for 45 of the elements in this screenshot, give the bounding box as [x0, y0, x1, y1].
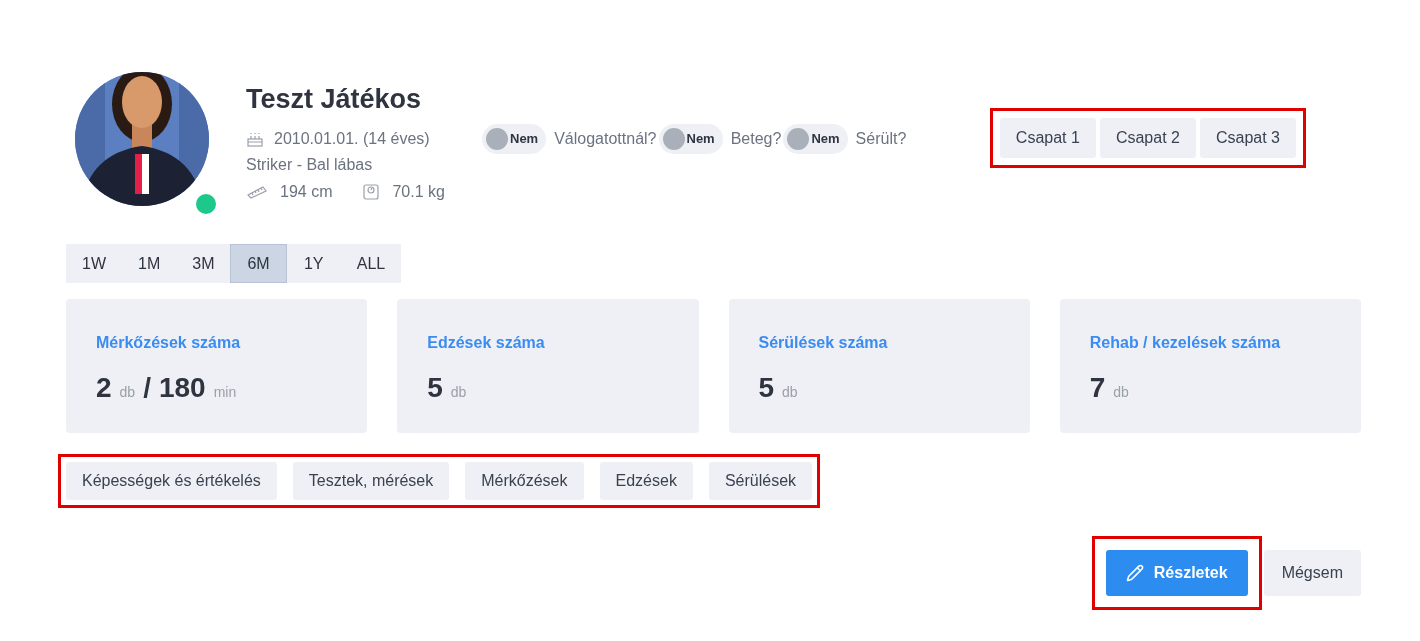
stat-value: 5 — [427, 371, 443, 405]
player-name: Teszt Játékos — [246, 83, 423, 116]
pencil-icon — [1125, 564, 1144, 582]
stat-value: 7 — [1089, 371, 1106, 405]
scale-icon — [362, 183, 381, 201]
stat-title: Edzések száma — [427, 333, 546, 353]
stat-title: Rehab / kezelések száma — [1089, 333, 1282, 353]
team-button[interactable]: Csapat 1 — [999, 118, 1096, 158]
toggle-switch[interactable]: Nem — [482, 124, 547, 154]
stat-unit: db — [450, 383, 467, 402]
period-tab[interactable]: 3M — [176, 244, 231, 283]
section-button[interactable]: Képességek és értékelés — [66, 462, 277, 500]
stat-value: / — [143, 371, 151, 405]
toggle-label: Sérült? — [855, 129, 907, 149]
period-tab[interactable]: 1M — [122, 244, 177, 283]
stat-title: Mérkőzések száma — [96, 333, 242, 353]
height-text: 194 cm — [280, 182, 333, 202]
cake-icon — [246, 130, 264, 148]
toggle-switch[interactable]: Nem — [783, 124, 848, 154]
cancel-button[interactable]: Mégsem — [1263, 550, 1361, 596]
toggle-label: Válogatottnál? — [554, 129, 657, 149]
stat-unit: min — [213, 383, 237, 402]
position-text: Striker - Bal lábas — [246, 155, 374, 175]
period-tab[interactable]: 1Y — [286, 244, 341, 283]
stat-title: Sérülések száma — [758, 333, 889, 353]
period-tab[interactable]: 6M — [230, 244, 287, 283]
stat-unit: db — [119, 383, 136, 402]
toggle-label: Beteg? — [730, 129, 782, 149]
team-button[interactable]: Csapat 3 — [1199, 118, 1296, 158]
period-tab[interactable]: ALL — [340, 244, 402, 283]
stat-value: 180 — [158, 371, 206, 405]
stat-unit: db — [1113, 383, 1129, 402]
ruler-icon — [246, 185, 268, 199]
birth-date: 2010.01.01. (14 éves) — [274, 129, 430, 149]
toggle-switch[interactable]: Nem — [658, 124, 723, 154]
period-tab[interactable]: 1W — [66, 244, 122, 283]
section-button[interactable]: Mérkőzések — [465, 462, 584, 500]
section-button[interactable]: Sérülések — [708, 462, 813, 500]
stat-value: 2 — [96, 371, 112, 405]
team-button[interactable]: Csapat 2 — [1099, 118, 1196, 158]
stat-value: 5 — [758, 371, 775, 405]
section-button[interactable]: Tesztek, mérések — [292, 462, 450, 500]
stat-unit: db — [782, 383, 798, 402]
section-button[interactable]: Edzések — [599, 462, 693, 500]
weight-text: 70.1 kg — [392, 182, 445, 202]
